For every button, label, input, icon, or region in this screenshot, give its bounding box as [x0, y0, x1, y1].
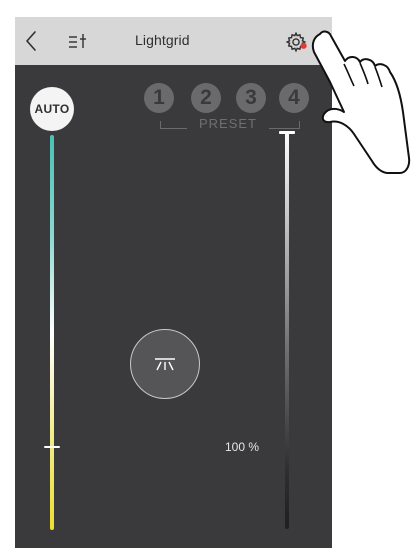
screen-stage: Lightgrid AUTO 1 2 3 4 PRESET 100 % — [0, 0, 414, 548]
back-button[interactable] — [19, 27, 43, 55]
auto-button[interactable]: AUTO — [30, 87, 74, 131]
settings-button[interactable] — [283, 29, 311, 55]
ceiling-light-icon — [155, 358, 175, 371]
color-temperature-handle[interactable] — [44, 446, 60, 448]
top-bar: Lightgrid — [15, 17, 332, 65]
color-temperature-slider[interactable] — [44, 135, 60, 530]
preset-1-button[interactable]: 1 — [144, 83, 174, 113]
gear-icon — [285, 31, 307, 53]
brightness-slider[interactable] — [279, 131, 295, 529]
light-toggle-button[interactable] — [130, 329, 200, 399]
preset-4-button[interactable]: 4 — [279, 83, 309, 113]
brightness-value: 100 % — [225, 440, 260, 454]
brightness-track — [285, 131, 289, 529]
filter-button[interactable] — [64, 29, 94, 53]
color-temperature-track — [50, 135, 54, 530]
preset-2-button[interactable]: 2 — [191, 83, 221, 113]
preset-label: PRESET — [187, 117, 269, 131]
chevron-left-icon — [26, 31, 36, 51]
preset-3-button[interactable]: 3 — [236, 83, 266, 113]
app-screen: Lightgrid AUTO 1 2 3 4 PRESET 100 % — [15, 17, 332, 548]
page-title: Lightgrid — [135, 32, 190, 48]
sliders-icon — [69, 34, 86, 48]
brightness-handle[interactable] — [279, 131, 295, 134]
